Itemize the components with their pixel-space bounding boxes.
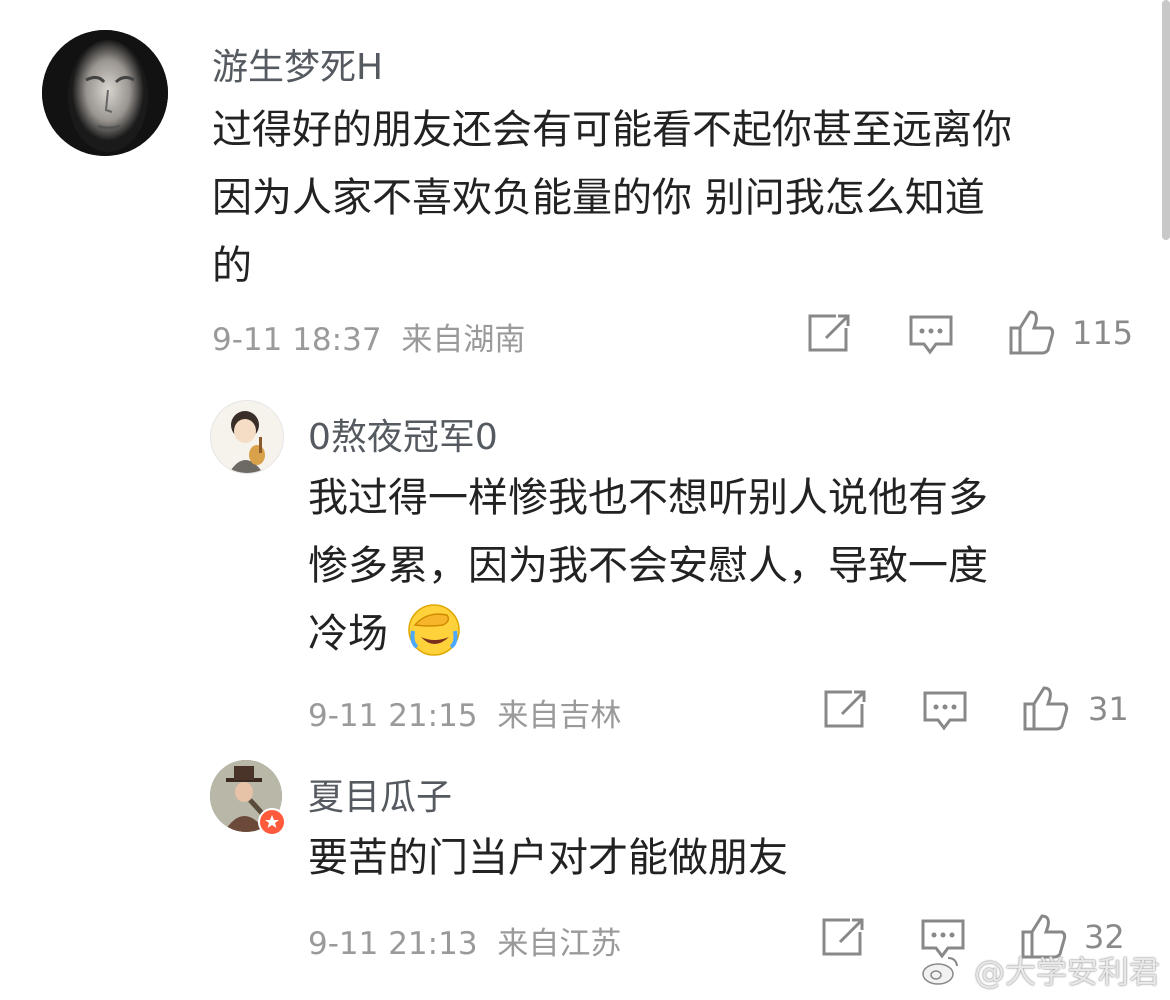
facepalm-cry-emoji bbox=[407, 603, 461, 678]
timestamp: 9-11 21:13 bbox=[308, 926, 478, 962]
comment-2: 0熬夜冠军0 我过得一样惨我也不想听别人说他有多 惨多累，因为我不会安慰人，导致… bbox=[0, 390, 1170, 750]
comment-line: 的 bbox=[212, 243, 252, 289]
username[interactable]: 0熬夜冠军0 bbox=[308, 408, 498, 460]
location: 来自湖南 bbox=[401, 322, 526, 358]
like-icon[interactable] bbox=[1008, 308, 1056, 356]
comment-line: 要苦的门当户对才能做朋友 bbox=[308, 835, 788, 881]
timestamp: 9-11 18:37 bbox=[212, 322, 382, 358]
comment-meta: 9-11 21:13 来自江苏 bbox=[308, 918, 621, 963]
scrollbar[interactable] bbox=[1162, 0, 1170, 240]
comment-line: 我过得一样惨我也不想听别人说他有多 bbox=[308, 475, 988, 521]
username[interactable]: 夏目瓜子 bbox=[308, 768, 452, 820]
like-count: 31 bbox=[1088, 690, 1129, 728]
comment-line: 过得好的朋友还会有可能看不起你甚至远离你 bbox=[212, 107, 1012, 153]
comment-meta: 9-11 18:37 来自湖南 bbox=[212, 314, 525, 359]
watermark-text: @大学安利君 bbox=[974, 954, 1160, 991]
comment-line: 冷场 bbox=[308, 611, 388, 657]
comment-line: 惨多累，因为我不会安慰人，导致一度 bbox=[308, 543, 988, 589]
avatar[interactable] bbox=[210, 400, 284, 474]
location: 来自吉林 bbox=[497, 698, 622, 734]
comment-1: 游生梦死H 过得好的朋友还会有可能看不起你甚至远离你 因为人家不喜欢负能量的你 … bbox=[0, 0, 1170, 380]
share-icon[interactable] bbox=[822, 688, 868, 730]
reply-icon[interactable] bbox=[908, 314, 954, 356]
comment-line: 因为人家不喜欢负能量的你 别问我怎么知道 bbox=[212, 175, 985, 221]
reply-icon[interactable] bbox=[922, 690, 968, 732]
avatar[interactable] bbox=[42, 30, 168, 156]
like-icon[interactable] bbox=[1022, 684, 1070, 732]
timestamp: 9-11 21:15 bbox=[308, 698, 478, 734]
comment-text: 我过得一样惨我也不想听别人说他有多 惨多累，因为我不会安慰人，导致一度 冷场 bbox=[308, 464, 1128, 678]
location: 来自江苏 bbox=[497, 926, 622, 962]
share-icon[interactable] bbox=[806, 312, 852, 354]
like-count: 115 bbox=[1072, 314, 1134, 352]
share-icon[interactable] bbox=[820, 916, 866, 958]
comment-text: 要苦的门当户对才能做朋友 bbox=[308, 824, 1128, 892]
comment-meta: 9-11 21:15 来自吉林 bbox=[308, 690, 621, 735]
comment-text: 过得好的朋友还会有可能看不起你甚至远离你 因为人家不喜欢负能量的你 别问我怎么知… bbox=[212, 96, 1152, 300]
weibo-logo-icon bbox=[920, 954, 960, 994]
watermark: @大学安利君 bbox=[920, 947, 1160, 995]
verified-badge bbox=[258, 808, 286, 836]
username[interactable]: 游生梦死H bbox=[212, 38, 383, 90]
